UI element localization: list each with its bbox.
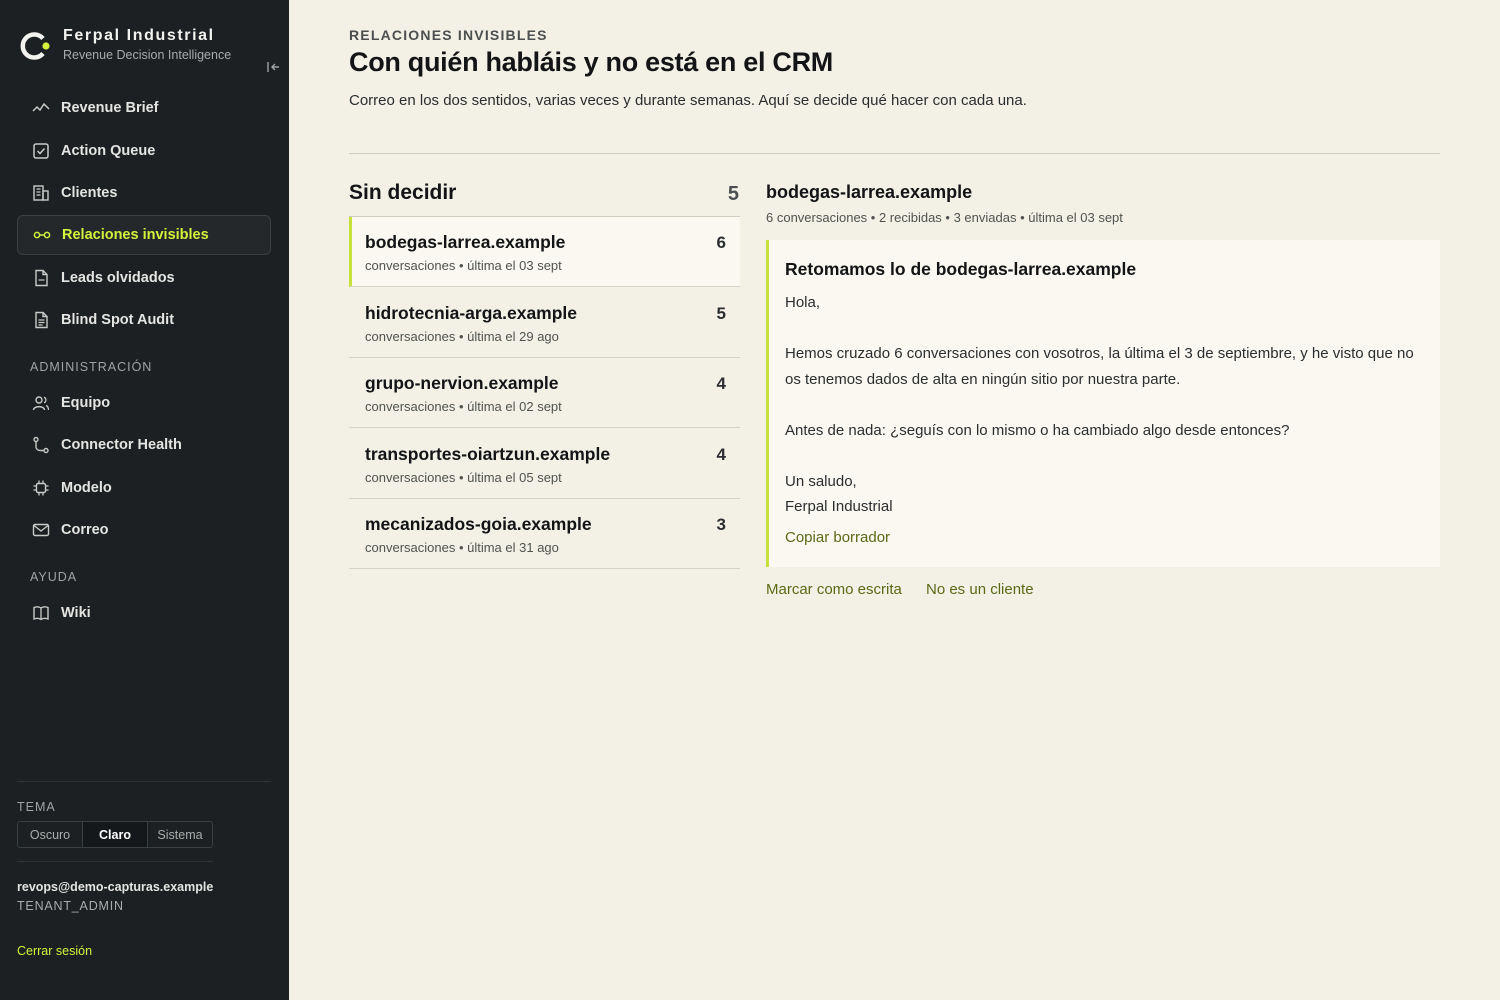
activity-icon bbox=[32, 102, 50, 112]
section-label-admin: ADMINISTRACIÓN bbox=[30, 360, 153, 374]
list-title: Sin decidir bbox=[349, 181, 457, 204]
copy-draft-button[interactable]: Copiar borrador bbox=[785, 529, 890, 546]
file-text-icon bbox=[35, 311, 48, 329]
draft-body: Hola, Hemos cruzado 6 conversaciones con… bbox=[785, 290, 1430, 520]
check-square-icon bbox=[33, 143, 49, 159]
list-item-count: 6 bbox=[716, 233, 726, 252]
link-icon bbox=[33, 231, 51, 239]
book-icon bbox=[33, 606, 49, 621]
mail-icon bbox=[32, 523, 50, 537]
list-item-meta: conversaciones • última el 29 ago bbox=[365, 329, 559, 344]
list-item-domain: hidrotecnia-arga.example bbox=[365, 303, 578, 323]
list-item-meta: conversaciones • última el 02 sept bbox=[365, 399, 562, 414]
users-icon bbox=[32, 396, 50, 411]
list-item[interactable]: transportes-oiartzun.example conversacio… bbox=[349, 429, 740, 499]
sidebar-divider bbox=[17, 861, 213, 862]
theme-label: TEMA bbox=[17, 800, 56, 814]
nav-label: Connector Health bbox=[61, 437, 182, 453]
nav-label: Leads olvidados bbox=[61, 270, 175, 286]
list-count: 5 bbox=[727, 183, 739, 205]
email-draft: Retomamos lo de bodegas-larrea.example H… bbox=[766, 240, 1440, 567]
building-icon bbox=[33, 185, 49, 201]
list-item-meta: conversaciones • última el 05 sept bbox=[365, 470, 562, 485]
user-email: revops@demo-capturas.example bbox=[17, 880, 214, 894]
nav-label: Blind Spot Audit bbox=[61, 312, 175, 328]
list-item[interactable]: hidrotecnia-arga.example conversaciones … bbox=[349, 288, 740, 358]
route-icon bbox=[33, 436, 49, 454]
nav-item-wiki[interactable]: Wiki bbox=[17, 593, 271, 633]
draft-signature: Ferpal Industrial bbox=[785, 498, 893, 515]
list-item-domain: transportes-oiartzun.example bbox=[365, 444, 611, 464]
not-client-button[interactable]: No es un cliente bbox=[926, 581, 1034, 598]
logout-link[interactable]: Cerrar sesión bbox=[17, 944, 92, 958]
draft-signoff: Un saludo, bbox=[785, 472, 857, 490]
theme-option-oscuro[interactable]: Oscuro bbox=[18, 822, 83, 847]
list-item-domain: mecanizados-goia.example bbox=[365, 514, 592, 534]
nav-item-revenue-brief[interactable]: Revenue Brief bbox=[17, 88, 271, 128]
mark-written-button[interactable]: Marcar como escrita bbox=[766, 581, 902, 598]
list-header: Sin decidir 5 bbox=[349, 181, 740, 217]
nav-item-action-queue[interactable]: Action Queue bbox=[17, 131, 271, 171]
nav-item-relaciones-invisibles[interactable]: Relaciones invisibles bbox=[17, 215, 271, 255]
list-item[interactable]: mecanizados-goia.example conversaciones … bbox=[349, 499, 740, 569]
list-item-count: 4 bbox=[716, 374, 726, 393]
nav-label: Wiki bbox=[61, 605, 91, 621]
list-item-meta: conversaciones • última el 31 ago bbox=[365, 540, 559, 555]
brand: Ferpal Industrial Revenue Decision Intel… bbox=[18, 27, 279, 72]
brand-logo-icon bbox=[20, 32, 50, 60]
sidebar-divider bbox=[17, 781, 271, 782]
sidebar: Ferpal Industrial Revenue Decision Intel… bbox=[0, 0, 289, 1000]
list-item-domain: bodegas-larrea.example bbox=[365, 232, 566, 252]
nav-item-correo[interactable]: Correo bbox=[17, 510, 271, 550]
theme-option-sistema[interactable]: Sistema bbox=[148, 822, 212, 847]
draft-paragraph: Hemos cruzado 6 conversaciones con vosot… bbox=[785, 345, 1414, 388]
nav-label: Equipo bbox=[61, 395, 111, 411]
page-title: Con quién habláis y no está en el CRM bbox=[349, 47, 833, 77]
list-item[interactable]: bodegas-larrea.example conversaciones • … bbox=[349, 217, 740, 287]
draft-greeting: Hola, bbox=[785, 294, 821, 311]
nav-item-clientes[interactable]: Clientes bbox=[17, 173, 271, 213]
user-role: TENANT_ADMIN bbox=[17, 899, 124, 913]
header-divider bbox=[349, 153, 1440, 154]
list-item-count: 3 bbox=[716, 515, 726, 534]
page-description: Correo en los dos sentidos, varias veces… bbox=[349, 92, 1027, 109]
list-item-meta: conversaciones • última el 03 sept bbox=[365, 258, 562, 273]
page-eyebrow: RELACIONES INVISIBLES bbox=[349, 27, 548, 43]
nav-item-blind-spot-audit[interactable]: Blind Spot Audit bbox=[17, 300, 271, 340]
list-item-count: 4 bbox=[716, 445, 726, 464]
nav-label: Relaciones invisibles bbox=[62, 227, 209, 243]
brand-subtitle: Revenue Decision Intelligence bbox=[63, 48, 232, 62]
cpu-icon bbox=[33, 480, 49, 496]
nav-item-modelo[interactable]: Modelo bbox=[17, 468, 271, 508]
file-icon bbox=[35, 269, 48, 287]
list-item-count: 5 bbox=[716, 304, 726, 323]
nav-label: Modelo bbox=[61, 480, 112, 496]
nav-item-connector-health[interactable]: Connector Health bbox=[17, 425, 271, 465]
nav-item-equipo[interactable]: Equipo bbox=[17, 383, 271, 423]
section-label-help: AYUDA bbox=[30, 570, 78, 584]
draft-paragraph: Antes de nada: ¿seguís con lo mismo o ha… bbox=[785, 421, 1290, 439]
theme-toggle: Oscuro Claro Sistema bbox=[17, 821, 213, 848]
collapse-sidebar-icon[interactable] bbox=[266, 60, 282, 74]
brand-name: Ferpal Industrial bbox=[63, 27, 215, 44]
list-item-domain: grupo-nervion.example bbox=[365, 373, 559, 393]
draft-subject: Retomamos lo de bodegas-larrea.example bbox=[785, 259, 1137, 279]
detail-meta: 6 conversaciones • 2 recibidas • 3 envia… bbox=[766, 210, 1123, 225]
nav-label: Clientes bbox=[61, 185, 118, 201]
nav-label: Correo bbox=[61, 522, 109, 538]
nav-label: Action Queue bbox=[61, 143, 156, 159]
detail-title: bodegas-larrea.example bbox=[766, 182, 973, 202]
theme-option-claro[interactable]: Claro bbox=[83, 822, 148, 847]
nav-item-leads-olvidados[interactable]: Leads olvidados bbox=[17, 258, 271, 298]
list-item[interactable]: grupo-nervion.example conversaciones • ú… bbox=[349, 358, 740, 428]
nav-label: Revenue Brief bbox=[61, 100, 159, 116]
